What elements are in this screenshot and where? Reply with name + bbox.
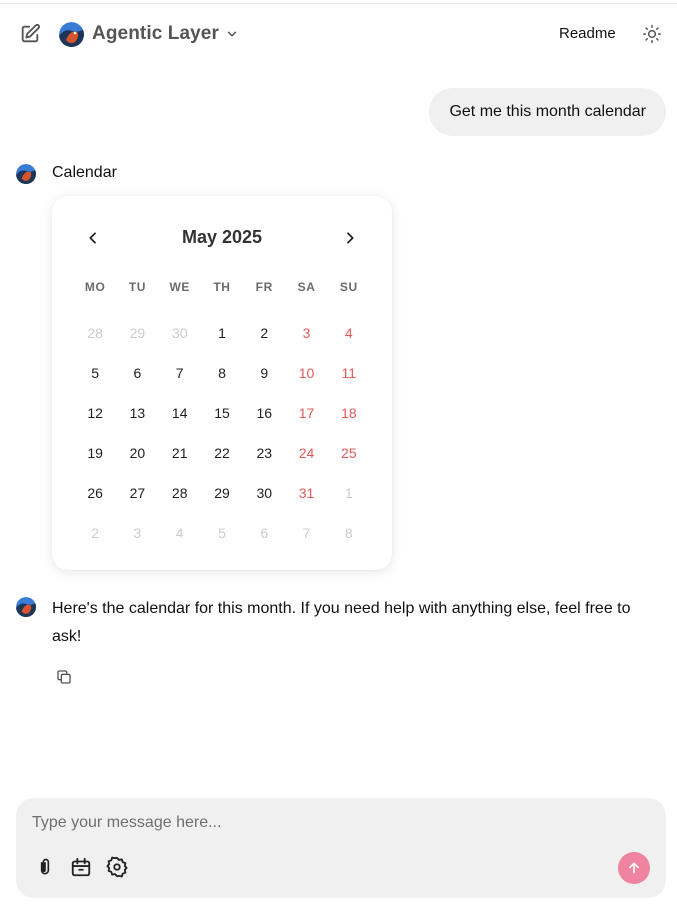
assistant-message: Here's the calendar for this month. If y… xyxy=(52,600,631,645)
calendar-day[interactable]: 29 xyxy=(201,473,243,513)
weekday-label: WE xyxy=(169,280,190,294)
assistant-avatar xyxy=(16,164,36,184)
calendar-day[interactable]: 25 xyxy=(328,433,370,473)
calendar-day[interactable]: 15 xyxy=(201,393,243,433)
calendar-day[interactable]: 11 xyxy=(328,353,370,393)
chat-header: Agentic Layer Readme xyxy=(0,14,677,54)
copy-icon xyxy=(57,670,71,684)
calendar-day[interactable]: 7 xyxy=(159,353,201,393)
calendar-day-outside-month[interactable]: 8 xyxy=(328,513,370,553)
calendar-day[interactable]: 1 xyxy=(201,313,243,353)
calendar-day[interactable]: 23 xyxy=(243,433,285,473)
calendar-week-row: 19 20 21 22 23 24 25 xyxy=(74,433,370,473)
sun-icon xyxy=(642,24,662,44)
calendar-day-outside-month[interactable]: 30 xyxy=(159,313,201,353)
calendar-tool-button[interactable] xyxy=(69,856,93,878)
copy-message-button[interactable] xyxy=(55,668,73,686)
calendar-day[interactable]: 9 xyxy=(243,353,285,393)
theme-toggle-button[interactable] xyxy=(640,22,664,46)
calendar-grid: MO TU WE TH FR SA SU 28 29 30 1 2 3 4 5 6 7 8 9 10 11… xyxy=(74,280,370,553)
paperclip-icon xyxy=(40,858,50,875)
calendar-day[interactable]: 20 xyxy=(116,433,158,473)
calendar-day-outside-month[interactable]: 1 xyxy=(328,473,370,513)
calendar-day[interactable]: 4 xyxy=(328,313,370,353)
top-divider xyxy=(0,3,677,4)
weekday-header-row: MO TU WE TH FR SA SU xyxy=(74,280,370,296)
chevron-down-icon xyxy=(225,27,239,41)
calendar-day-outside-month[interactable]: 6 xyxy=(243,513,285,553)
calendar-day[interactable]: 8 xyxy=(201,353,243,393)
chevron-right-icon xyxy=(347,232,354,244)
calendar-day[interactable]: 28 xyxy=(159,473,201,513)
calendar-day[interactable]: 16 xyxy=(243,393,285,433)
agent-name: Agentic Layer xyxy=(92,23,219,44)
calendar-day-outside-month[interactable]: 7 xyxy=(285,513,327,553)
arrow-up-icon xyxy=(629,862,639,874)
gear-icon xyxy=(106,856,128,878)
assistant-avatar xyxy=(16,597,36,617)
weekday-label: MO xyxy=(84,280,106,294)
calendar-day-outside-month[interactable]: 2 xyxy=(74,513,116,553)
settings-button[interactable] xyxy=(105,856,129,878)
weekday-label: TH xyxy=(213,280,231,294)
weekday-label: SU xyxy=(339,280,358,294)
calendar-day-outside-month[interactable]: 5 xyxy=(201,513,243,553)
calendar-day[interactable]: 10 xyxy=(285,353,327,393)
calendar-next-button[interactable] xyxy=(340,226,360,250)
calendar-day-outside-month[interactable]: 3 xyxy=(116,513,158,553)
calendar-day[interactable]: 5 xyxy=(74,353,116,393)
calendar-day[interactable]: 2 xyxy=(243,313,285,353)
calendar-day[interactable]: 18 xyxy=(328,393,370,433)
calendar-widget: May 2025 MO TU WE TH FR SA SU 28 29 30 1 2 3 4… xyxy=(52,196,392,570)
calendar-week-row: 2345678 xyxy=(74,513,370,553)
weekday-label: TU xyxy=(128,280,147,294)
message-composer xyxy=(16,798,666,898)
new-chat-button[interactable] xyxy=(17,21,43,47)
calendar-day[interactable]: 21 xyxy=(159,433,201,473)
calendar-day[interactable]: 13 xyxy=(116,393,158,433)
edit-icon xyxy=(21,23,40,43)
calendar-day-outside-month[interactable]: 4 xyxy=(159,513,201,553)
calendar-day[interactable]: 31 xyxy=(285,473,327,513)
agent-avatar xyxy=(59,21,84,47)
calendar-weeks: 28 29 30 1 2 3 4 5 6 7 8 9 10 11 12 13 14 15 16 17 18 19 20 21 2… xyxy=(74,313,370,553)
calendar-day[interactable]: 3 xyxy=(285,313,327,353)
message-input[interactable] xyxy=(32,812,632,834)
calendar-week-row: 5 6 7 8 9 10 11 xyxy=(74,353,370,393)
calendar-header: May 2025 xyxy=(52,224,392,252)
calendar-day[interactable]: 22 xyxy=(201,433,243,473)
calendar-day[interactable]: 24 xyxy=(285,433,327,473)
calendar-day[interactable]: 19 xyxy=(74,433,116,473)
calendar-day[interactable]: 27 xyxy=(116,473,158,513)
calendar-day[interactable]: 14 xyxy=(159,393,201,433)
weekday-label: FR xyxy=(255,280,273,294)
weekday-label: SA xyxy=(297,280,316,294)
calendar-day[interactable]: 12 xyxy=(74,393,116,433)
calendar-week-row: 26 27 28 29 30 31 1 xyxy=(74,473,370,513)
calendar-week-row: 28 29 30 1 2 3 4 xyxy=(74,313,370,353)
attach-button[interactable] xyxy=(34,856,56,878)
calendar-day[interactable]: 6 xyxy=(116,353,158,393)
calendar-day-outside-month[interactable]: 29 xyxy=(116,313,158,353)
user-message: Get me this month calendar xyxy=(429,88,666,136)
calendar-tool-icon xyxy=(71,857,91,877)
calendar-day[interactable]: 26 xyxy=(74,473,116,513)
agent-selector[interactable]: Agentic Layer xyxy=(59,20,239,48)
send-button[interactable] xyxy=(618,852,650,884)
assistant-tool-title: Calendar xyxy=(52,164,117,181)
calendar-day[interactable]: 17 xyxy=(285,393,327,433)
readme-button[interactable]: Readme xyxy=(553,23,622,44)
calendar-week-row: 12 13 14 15 16 17 18 xyxy=(74,393,370,433)
calendar-day[interactable]: 30 xyxy=(243,473,285,513)
calendar-day-outside-month[interactable]: 28 xyxy=(74,313,116,353)
